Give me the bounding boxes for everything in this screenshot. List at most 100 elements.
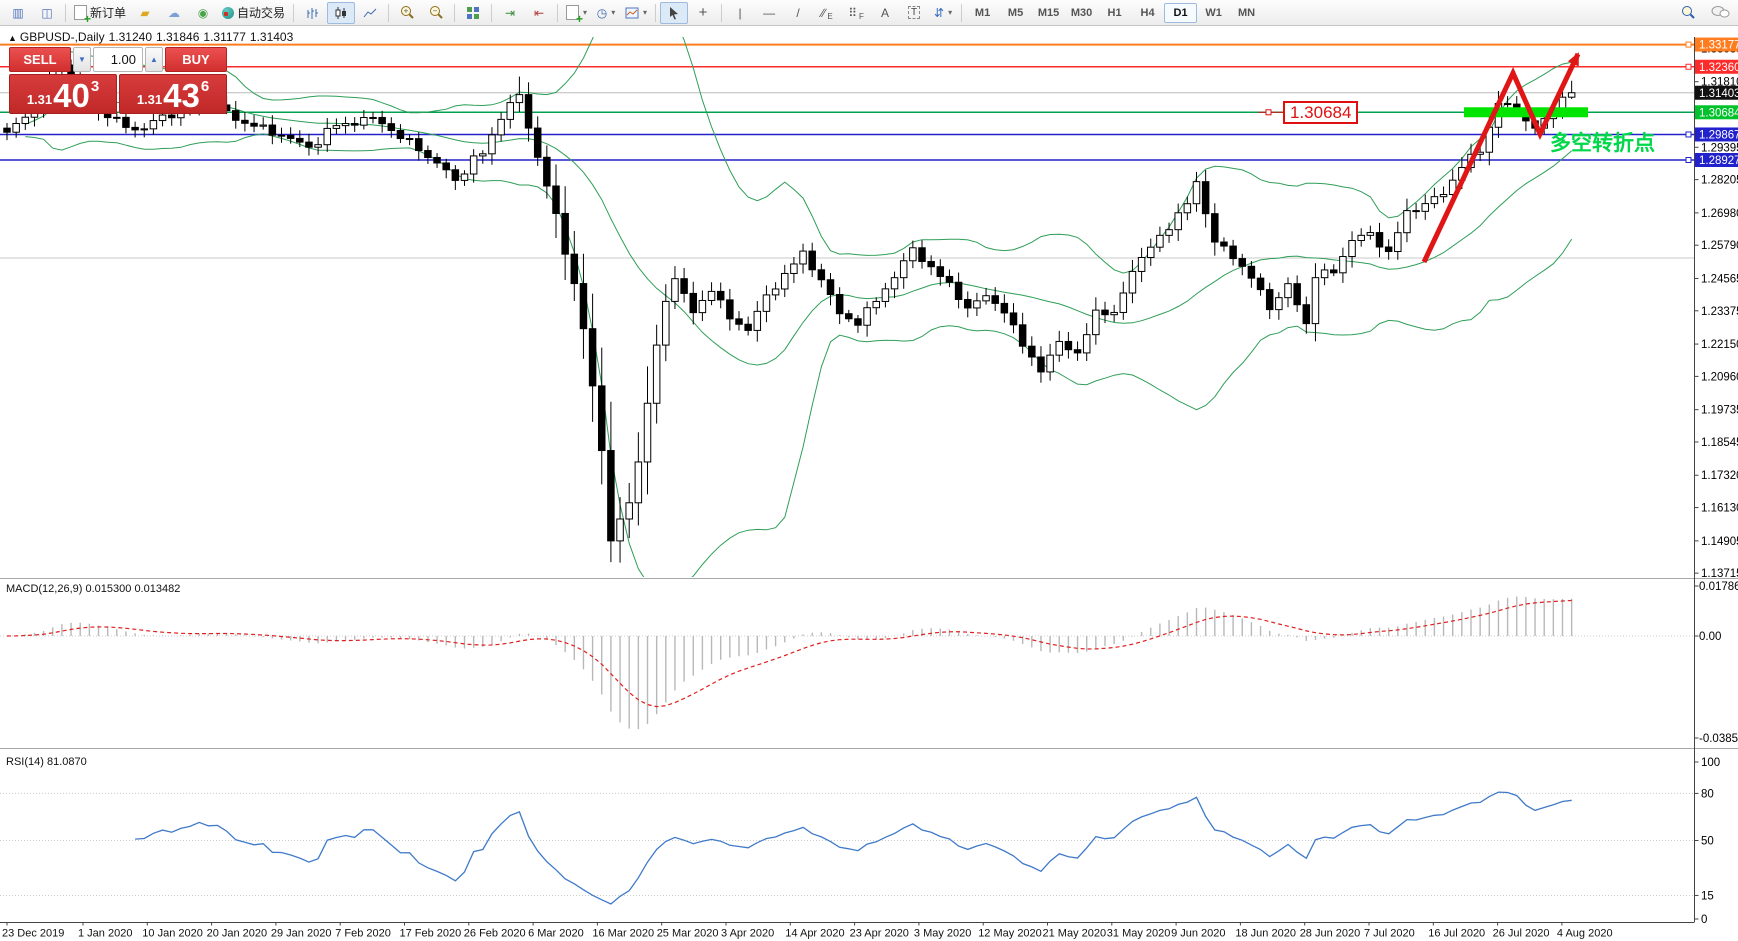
line-chart-button[interactable] (356, 2, 384, 24)
svg-text:16 Jul 2020: 16 Jul 2020 (1428, 928, 1485, 940)
tile-windows-button[interactable] (459, 2, 487, 24)
sell-price-point: 3 (91, 78, 99, 95)
svg-text:1.13715: 1.13715 (1701, 568, 1738, 580)
search-icon[interactable] (1674, 2, 1702, 24)
autotrading-button[interactable]: 自动交易 (218, 2, 289, 24)
market-watch-icon[interactable]: ▰ (131, 2, 159, 24)
sell-price-tile[interactable]: 1.31 40 3 (9, 74, 117, 114)
sell-price-base: 1.31 (27, 92, 52, 107)
svg-text:14 Apr 2020: 14 Apr 2020 (785, 928, 844, 940)
svg-text:1.23375: 1.23375 (1701, 306, 1738, 318)
chat-icon[interactable] (1706, 2, 1734, 24)
periods-button[interactable]: ◷▾ (592, 2, 620, 24)
timeframe-h4[interactable]: H4 (1131, 3, 1164, 23)
timeframe-m15[interactable]: M15 (1032, 3, 1065, 23)
buy-price-tile[interactable]: 1.31 43 6 (119, 74, 227, 114)
mt-terminal-window: ▥◫+新订单▰☁◉自动交易+−⇥⇤+▾◷▾▾+|—/∕∕E⠿FAT⇵▾M1M5M… (0, 0, 1738, 941)
svg-text:7 Feb 2020: 7 Feb 2020 (335, 928, 391, 940)
svg-text:4 Aug 2020: 4 Aug 2020 (1557, 928, 1613, 940)
svg-text:50: 50 (1701, 836, 1714, 848)
buy-price-pips: 43 (163, 81, 200, 111)
crosshair-tool[interactable]: + (689, 2, 717, 24)
svg-text:1.19735: 1.19735 (1701, 405, 1738, 417)
svg-text:29 Jan 2020: 29 Jan 2020 (271, 928, 332, 940)
rsi-value: 81.0870 (47, 756, 87, 768)
volume-decrease-button[interactable]: ▼ (73, 47, 91, 72)
bar-chart-button[interactable] (298, 2, 326, 24)
community-icon[interactable]: ☁ (160, 2, 188, 24)
svg-text:-0.038561: -0.038561 (1699, 733, 1738, 745)
toolbar-separator (961, 4, 962, 22)
svg-text:1.33177: 1.33177 (1699, 40, 1738, 52)
svg-text:1.20960: 1.20960 (1701, 371, 1738, 383)
timeframe-h1[interactable]: H1 (1098, 3, 1131, 23)
cursor-tool[interactable] (660, 2, 688, 24)
timeframe-m30[interactable]: M30 (1065, 3, 1098, 23)
chart-shift-button[interactable]: ⇤ (525, 2, 553, 24)
low-value: 1.31177 (203, 30, 246, 44)
svg-text:1 Jan 2020: 1 Jan 2020 (78, 928, 132, 940)
label-tool[interactable]: T (900, 2, 928, 24)
svg-text:0.00: 0.00 (1699, 631, 1721, 643)
svg-text:1.28927: 1.28927 (1699, 155, 1738, 167)
new-order-button[interactable]: +新订单 (70, 2, 130, 24)
support-price-flag[interactable]: 1.30684 (1283, 101, 1358, 124)
charts-panel-icon[interactable]: ▥ (4, 2, 32, 24)
svg-text:1.29867: 1.29867 (1699, 129, 1738, 141)
high-value: 1.31846 (156, 30, 199, 44)
svg-text:28 Jun 2020: 28 Jun 2020 (1300, 928, 1361, 940)
svg-text:18 Jun 2020: 18 Jun 2020 (1235, 928, 1296, 940)
svg-text:17 Feb 2020: 17 Feb 2020 (400, 928, 462, 940)
macd-main-value: 0.015300 (85, 583, 131, 595)
indicators-button[interactable]: +▾ (562, 2, 591, 24)
hline-tool[interactable]: — (755, 2, 783, 24)
timeframe-m5[interactable]: M5 (999, 3, 1032, 23)
signals-icon[interactable]: ◉ (189, 2, 217, 24)
svg-text:1.22150: 1.22150 (1701, 339, 1738, 351)
chart-preview-icon[interactable]: ◫ (33, 2, 61, 24)
turning-point-annotation[interactable]: 多空转折点 (1550, 127, 1655, 157)
macd-name: MACD(12,26,9) (6, 583, 82, 595)
candle-chart-button[interactable] (327, 2, 355, 24)
svg-text:80: 80 (1701, 788, 1714, 800)
volume-input[interactable]: 1.00 (93, 47, 143, 72)
open-value: 1.31240 (109, 30, 152, 44)
svg-text:0: 0 (1701, 914, 1707, 926)
shapes-tool[interactable]: ⇵▾ (929, 2, 957, 24)
trendline-tool[interactable]: / (784, 2, 812, 24)
timeframe-mn[interactable]: MN (1230, 3, 1263, 23)
volume-increase-button[interactable]: ▲ (145, 47, 163, 72)
svg-text:1.32360: 1.32360 (1699, 62, 1738, 74)
svg-text:1.26980: 1.26980 (1701, 208, 1738, 220)
zoom-in-button[interactable]: + (393, 2, 421, 24)
fibonacci-tool[interactable]: ⠿F (842, 2, 870, 24)
buy-button[interactable]: BUY (165, 47, 227, 72)
svg-text:20 Jan 2020: 20 Jan 2020 (207, 928, 268, 940)
text-tool[interactable]: A (871, 2, 899, 24)
timeframe-w1[interactable]: W1 (1197, 3, 1230, 23)
toolbar-separator (65, 4, 66, 22)
svg-text:1.29395: 1.29395 (1701, 142, 1738, 154)
timeframe-m1[interactable]: M1 (966, 3, 999, 23)
toolbar-separator (655, 4, 656, 22)
vline-tool[interactable]: | (726, 2, 754, 24)
zoom-out-button[interactable]: − (422, 2, 450, 24)
templates-button[interactable]: ▾ (621, 2, 651, 24)
rsi-indicator-label: RSI(14) 81.0870 (6, 756, 87, 768)
toolbar-separator (388, 4, 389, 22)
svg-text:1.25790: 1.25790 (1701, 240, 1738, 252)
svg-text:100: 100 (1701, 757, 1720, 769)
svg-text:9 Jun 2020: 9 Jun 2020 (1171, 928, 1225, 940)
svg-text:6 Mar 2020: 6 Mar 2020 (528, 928, 584, 940)
svg-text:7 Jul 2020: 7 Jul 2020 (1364, 928, 1415, 940)
svg-text:1.18545: 1.18545 (1701, 437, 1738, 449)
svg-text:26 Jul 2020: 26 Jul 2020 (1493, 928, 1550, 940)
toolbar-separator (293, 4, 294, 22)
svg-text:3 May 2020: 3 May 2020 (914, 928, 971, 940)
channel-tool[interactable]: ∕∕E (813, 2, 841, 24)
sell-price-pips: 40 (53, 81, 90, 111)
timeframe-d1[interactable]: D1 (1164, 3, 1197, 23)
auto-scroll-button[interactable]: ⇥ (496, 2, 524, 24)
sell-button[interactable]: SELL (9, 47, 71, 72)
svg-text:+: + (403, 7, 408, 16)
